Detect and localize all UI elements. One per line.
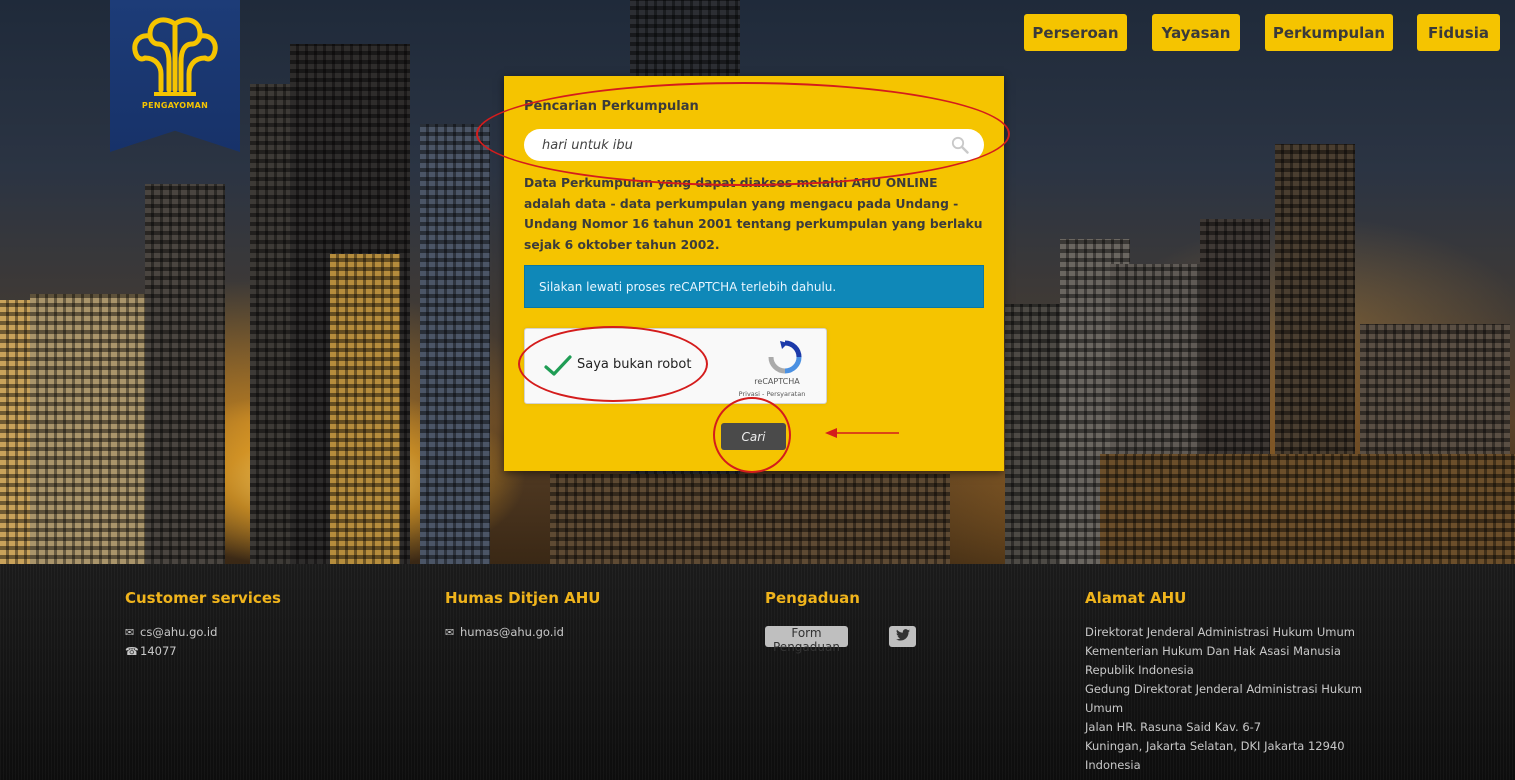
nav-fidusia[interactable]: Fidusia <box>1417 14 1500 51</box>
search-icon[interactable] <box>951 136 969 158</box>
twitter-icon <box>895 629 910 641</box>
nav-perseroan[interactable]: Perseroan <box>1024 14 1127 51</box>
phone-icon: ☎ <box>125 645 139 658</box>
checkmark-icon[interactable] <box>543 354 573 382</box>
recaptcha-widget[interactable]: Saya bukan robot reCAPTCHA Privasi - Per… <box>524 328 827 404</box>
envelope-icon: ✉ <box>445 626 455 639</box>
annotation-arrow-icon <box>825 428 899 438</box>
footer-heading-humas: Humas Ditjen AHU <box>445 589 601 607</box>
recaptcha-brand: reCAPTCHA <box>754 377 800 386</box>
address-line: Umum <box>1085 701 1124 715</box>
address-line: Gedung Direktorat Jenderal Administrasi … <box>1085 682 1363 696</box>
footer-cs-phone-text: 14077 <box>140 644 177 658</box>
address-line: Indonesia <box>1085 758 1141 772</box>
footer-heading-customer-services: Customer services <box>125 589 281 607</box>
form-pengaduan-button[interactable]: Form Pengaduan <box>765 626 848 654</box>
recaptcha-logo-icon <box>768 340 802 378</box>
address-line: Direktorat Jenderal Administrasi Hukum U… <box>1085 625 1355 639</box>
search-submit-button[interactable]: Cari <box>721 423 786 450</box>
twitter-button[interactable] <box>889 626 916 647</box>
recaptcha-notice: Silakan lewati proses reCAPTCHA terlebih… <box>524 265 984 308</box>
ministry-logo[interactable]: PENGAYOMAN <box>110 0 240 152</box>
logo-text: PENGAYOMAN <box>141 101 209 110</box>
search-input[interactable] <box>542 129 942 161</box>
recaptcha-notice-text: Silakan lewati proses reCAPTCHA terlebih… <box>539 279 837 294</box>
footer-heading-alamat: Alamat AHU <box>1085 589 1187 607</box>
search-description: Data Perkumpulan yang dapat diakses mela… <box>524 176 983 253</box>
address-line: Jalan HR. Rasuna Said Kav. 6-7 <box>1085 720 1262 734</box>
search-box[interactable] <box>524 129 984 161</box>
address-line: Kuningan, Jakarta Selatan, DKI Jakarta 1… <box>1085 739 1345 753</box>
footer-humas-email-text[interactable]: humas@ahu.go.id <box>460 625 564 639</box>
address-line: Republik Indonesia <box>1085 663 1194 677</box>
footer-heading-pengaduan: Pengaduan <box>765 589 860 607</box>
nav-yayasan[interactable]: Yayasan <box>1152 14 1240 51</box>
search-title: Pencarian Perkumpulan <box>524 99 699 114</box>
nav-perkumpulan[interactable]: Perkumpulan <box>1265 14 1393 51</box>
search-panel: Pencarian Perkumpulan Data Perkumpulan y… <box>504 76 1004 471</box>
footer-cs-phone: ☎14077 <box>125 642 217 661</box>
footer-cs-email[interactable]: ✉ cs@ahu.go.id <box>125 623 217 642</box>
envelope-icon: ✉ <box>125 626 135 639</box>
recaptcha-label: Saya bukan robot <box>577 357 692 372</box>
recaptcha-links[interactable]: Privasi - Persyaratan <box>732 390 812 398</box>
footer-cs-email-text[interactable]: cs@ahu.go.id <box>140 625 217 639</box>
address-line: Kementerian Hukum Dan Hak Asasi Manusia <box>1085 644 1341 658</box>
footer: Customer services ✉ cs@ahu.go.id ☎14077 H… <box>0 564 1515 780</box>
pengayoman-emblem-icon <box>132 17 218 96</box>
footer-humas-email[interactable]: ✉ humas@ahu.go.id <box>445 623 564 642</box>
